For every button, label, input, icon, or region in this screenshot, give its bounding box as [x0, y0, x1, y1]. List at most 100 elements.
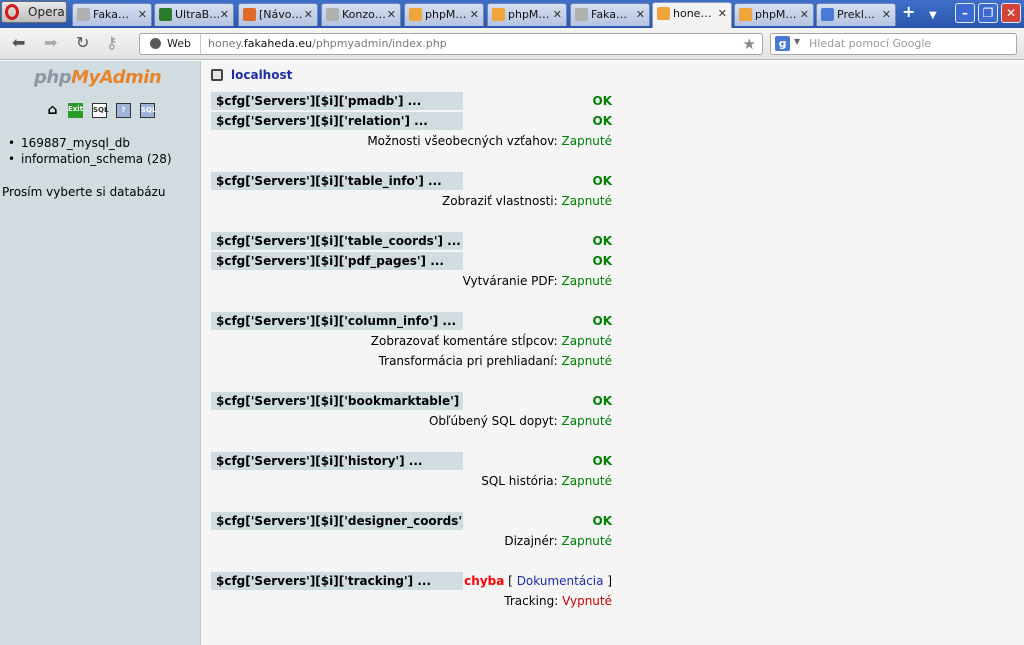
- back-arrow-icon[interactable]: ⬅: [12, 34, 25, 52]
- close-tab-icon[interactable]: ✕: [636, 8, 645, 21]
- feature-status-row: Transformácia pri prehliadaní: Zapnuté: [211, 351, 641, 371]
- doc-bracket: [ Dokumentácia ]: [508, 574, 612, 588]
- choose-database-hint: Prosím vyberte si databázu: [2, 185, 166, 199]
- reload-icon[interactable]: ↻: [76, 34, 89, 52]
- home-icon[interactable]: ⌂: [45, 103, 60, 118]
- config-check-row: $cfg['Servers'][$i]['designer_coords'] .…: [211, 511, 641, 531]
- search-engine-chevron-icon[interactable]: ▼: [794, 37, 800, 46]
- browser-tab[interactable]: Faka… ✕: [72, 3, 152, 26]
- config-key-label: $cfg['Servers'][$i]['relation'] ...: [211, 112, 463, 130]
- config-check-row: $cfg['Servers'][$i]['relation'] ... OK: [211, 111, 641, 131]
- pma-icon: [739, 8, 752, 21]
- close-tab-icon[interactable]: ✕: [553, 8, 562, 21]
- browser-tab-label: Faka…: [591, 8, 627, 21]
- forward-arrow-icon[interactable]: ➡: [44, 34, 57, 52]
- feature-status-row: Obľúbený SQL dopyt: Zapnuté: [211, 411, 641, 431]
- main-frame: localhost $cfg['Servers'][$i]['pmadb'] .…: [201, 61, 1024, 645]
- feature-status-row: Tracking: Vypnuté: [211, 591, 641, 611]
- bookmark-star-icon[interactable]: ★: [743, 35, 756, 53]
- config-key-label: $cfg['Servers'][$i]['pmadb'] ...: [211, 92, 463, 110]
- browser-tab[interactable]: phpM… ✕: [487, 3, 567, 26]
- close-window-icon[interactable]: ✕: [1001, 3, 1021, 23]
- sql-documentation-icon[interactable]: SQL: [140, 103, 156, 118]
- documentation-icon[interactable]: ?: [116, 103, 131, 118]
- browser-tab[interactable]: [Návo… ✕: [238, 3, 318, 26]
- feature-label: SQL história:: [481, 474, 558, 488]
- browser-tab[interactable]: Faka… ✕: [570, 3, 650, 26]
- key-icon[interactable]: ⚷: [106, 34, 118, 52]
- status-cell: OK: [593, 112, 613, 130]
- minimize-icon[interactable]: –: [955, 3, 975, 23]
- feature-status-row: Možnosti všeobecných vzťahov: Zapnuté: [211, 131, 641, 151]
- status-ok: OK: [592, 394, 613, 408]
- close-tab-icon[interactable]: ✕: [718, 7, 727, 20]
- feature-status-row: Zobraziť vlastnosti: Zapnuté: [211, 191, 641, 211]
- exit-icon[interactable]: Exit: [68, 103, 83, 118]
- config-key-label: $cfg['Servers'][$i]['pdf_pages'] ...: [211, 252, 463, 270]
- feature-state: Zapnuté: [561, 134, 613, 148]
- feature-state: Zapnuté: [561, 354, 613, 368]
- close-tab-icon[interactable]: ✕: [470, 8, 479, 21]
- config-check-block: $cfg['Servers'][$i]['column_info'] ... OK…: [211, 311, 641, 371]
- ultrabrowser-icon: [159, 8, 172, 21]
- search-field[interactable]: g ▼ Hledat pomocí Google: [770, 33, 1017, 55]
- config-key-label: $cfg['Servers'][$i]['bookmarktable'] ...: [211, 392, 463, 410]
- feature-state: Zapnuté: [561, 414, 613, 428]
- config-check-row: $cfg['Servers'][$i]['tracking'] ... chyba…: [211, 571, 641, 591]
- status-cell: OK: [593, 392, 613, 410]
- database-item[interactable]: information_schema (28): [8, 151, 172, 167]
- feature-label: Možnosti všeobecných vzťahov:: [367, 134, 558, 148]
- browser-tab[interactable]: phpM… ✕: [404, 3, 484, 26]
- feature-state: Zapnuté: [561, 334, 613, 348]
- browser-tab[interactable]: hone… ✕: [652, 2, 732, 28]
- browser-tab-label: Faka…: [93, 8, 129, 21]
- config-check-row: $cfg['Servers'][$i]['column_info'] ... OK: [211, 311, 641, 331]
- close-tab-icon[interactable]: ✕: [387, 8, 396, 21]
- feature-label: Transformácia pri prehliadaní:: [378, 354, 558, 368]
- config-check-block: $cfg['Servers'][$i]['designer_coords'] .…: [211, 511, 641, 551]
- tab-menu-chevron-icon[interactable]: ▼: [929, 8, 937, 24]
- status-ok: OK: [592, 254, 613, 268]
- site-type-label: Web: [167, 37, 191, 50]
- close-tab-icon[interactable]: ✕: [304, 8, 313, 21]
- database-item[interactable]: 169887_mysql_db: [8, 135, 172, 151]
- status-ok: OK: [592, 114, 613, 128]
- config-key-label: $cfg['Servers'][$i]['tracking'] ...: [211, 572, 463, 590]
- status-error: chyba: [464, 574, 505, 588]
- browser-tab[interactable]: phpM… ✕: [734, 3, 814, 26]
- browser-tab[interactable]: Konzo… ✕: [321, 3, 401, 26]
- browser-tab-strip: Opera Faka… ✕ UltraB… ✕ [Návo… ✕ Konzo… ✕ phpM… ✕…: [0, 0, 1024, 28]
- restore-icon[interactable]: ❐: [978, 3, 998, 23]
- browser-tab-label: Konzo…: [342, 8, 386, 21]
- feature-label: Dizajnér:: [504, 534, 558, 548]
- status-cell: OK: [593, 92, 613, 110]
- server-name-link[interactable]: localhost: [231, 68, 292, 82]
- query-window-icon[interactable]: SQL: [92, 103, 108, 118]
- close-tab-icon[interactable]: ✕: [882, 8, 891, 21]
- address-url[interactable]: honey.fakaheda.eu/phpmyadmin/index.php: [208, 37, 447, 50]
- close-tab-icon[interactable]: ✕: [800, 8, 809, 21]
- browser-tab-label: UltraB…: [175, 8, 221, 21]
- close-tab-icon[interactable]: ✕: [138, 8, 147, 21]
- feature-status-row: Dizajnér: Zapnuté: [211, 531, 641, 551]
- new-tab-icon[interactable]: +: [902, 4, 915, 20]
- status-cell: chyba [ Dokumentácia ]: [464, 572, 612, 590]
- address-bar[interactable]: Web honey.fakaheda.eu/phpmyadmin/index.p…: [139, 33, 763, 55]
- database-list: 169887_mysql_db information_schema (28): [8, 135, 172, 167]
- translate-icon: [821, 8, 834, 21]
- google-icon[interactable]: g: [775, 36, 790, 51]
- feature-state: Zapnuté: [561, 534, 613, 548]
- status-ok: OK: [592, 174, 613, 188]
- documentation-link[interactable]: Dokumentácia: [517, 574, 604, 588]
- feature-state: Vypnuté: [562, 594, 612, 608]
- status-cell: OK: [593, 172, 613, 190]
- browser-tab[interactable]: Prekl… ✕: [816, 3, 896, 26]
- config-check-block: $cfg['Servers'][$i]['history'] ... OK SQL …: [211, 451, 641, 491]
- opera-menu-button[interactable]: Opera: [1, 1, 67, 23]
- config-check-row: $cfg['Servers'][$i]['table_coords'] ... O…: [211, 231, 641, 251]
- browser-tab[interactable]: UltraB… ✕: [154, 3, 234, 26]
- config-check-row: $cfg['Servers'][$i]['pdf_pages'] ... OK: [211, 251, 641, 271]
- close-tab-icon[interactable]: ✕: [220, 8, 229, 21]
- phpmyadmin-logo[interactable]: phpMyAdmin: [34, 67, 162, 88]
- feature-label: Tracking:: [504, 594, 559, 608]
